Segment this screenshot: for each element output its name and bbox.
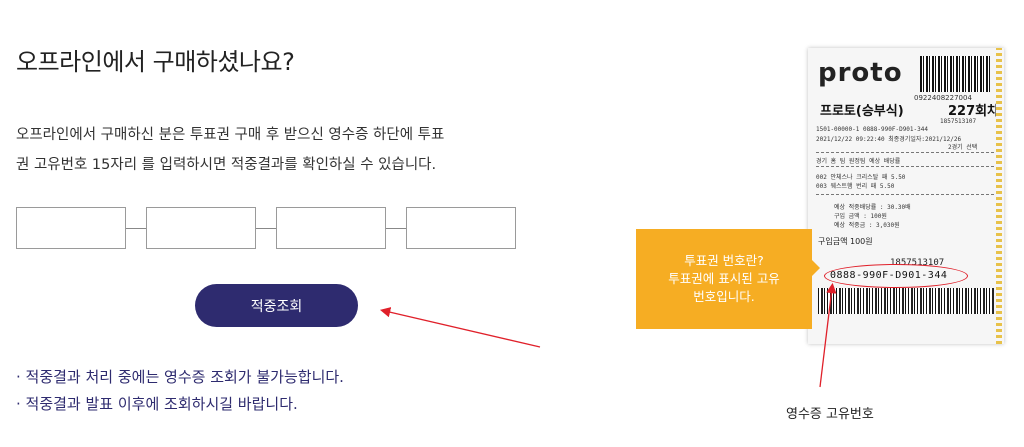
annotation-arrows [379,282,837,388]
arrow-to-unique-id [819,282,837,388]
unique-id-caption: 영수증 고유번호 [786,407,874,422]
arrow-to-button [379,307,541,348]
